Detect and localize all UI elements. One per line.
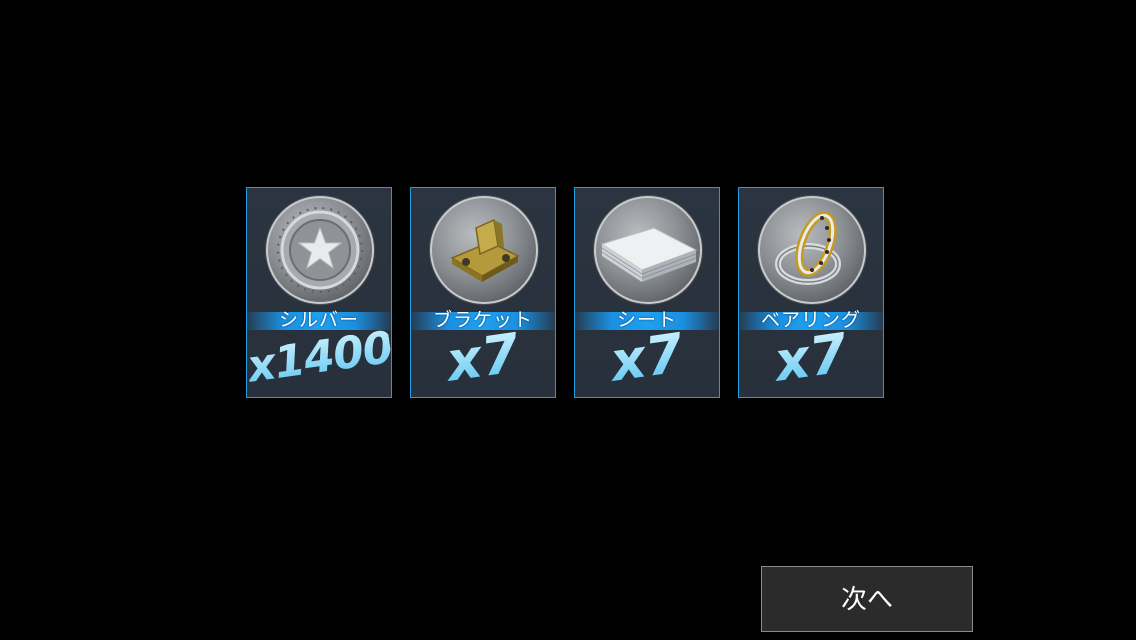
reward-card-bracket[interactable]: ブラケット x7 [410,187,556,398]
bearing-icon [758,196,866,304]
silver-coin-icon [266,196,374,304]
reward-screen: シルバー x1400 ブラケット x7 シート x7 ベアリング x7 次へ [0,0,1136,640]
reward-card-silver[interactable]: シルバー x1400 [246,187,392,398]
sheet-icon [594,196,702,304]
reward-list: シルバー x1400 ブラケット x7 シート x7 ベアリング x7 [246,187,884,398]
next-button[interactable]: 次へ [761,566,973,632]
reward-card-sheet[interactable]: シート x7 [574,187,720,398]
bracket-icon [430,196,538,304]
reward-card-bearing[interactable]: ベアリング x7 [738,187,884,398]
